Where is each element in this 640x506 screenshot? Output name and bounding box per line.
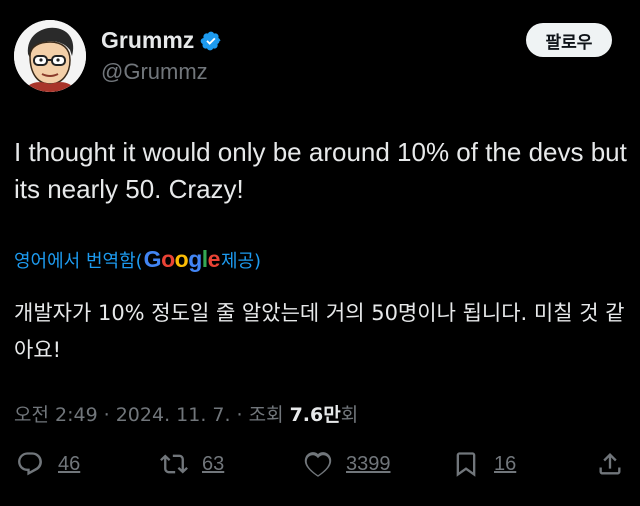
translation-suffix: 제공) xyxy=(220,250,262,272)
meta-separator: · xyxy=(103,404,110,426)
views-label: 조회 xyxy=(248,404,284,426)
translated-text: 개발자가 10% 정도일 줄 알았는데 거의 50명이나 됩니다. 미칠 것 같… xyxy=(14,301,625,362)
like-button[interactable]: 3399 xyxy=(304,450,391,478)
verified-badge-icon xyxy=(200,30,222,52)
translation-prefix: 영어에서 번역함( xyxy=(14,250,143,272)
action-bar: 46 63 3399 16 xyxy=(0,450,640,490)
author-name-row[interactable]: Grummz xyxy=(101,27,222,54)
avatar[interactable] xyxy=(14,20,86,92)
translation-attribution[interactable]: 영어에서 번역함( Google 제공) xyxy=(14,246,261,273)
bookmark-icon xyxy=(452,450,480,478)
avatar-image xyxy=(14,20,86,92)
tweet-meta: 오전 2:49 · 2024. 11. 7. · 조회 7.6만 회 xyxy=(14,400,358,427)
author-handle[interactable]: @Grummz xyxy=(101,59,208,85)
reply-button[interactable]: 46 xyxy=(16,450,80,478)
bookmark-count: 16 xyxy=(494,452,517,475)
google-logo: Google xyxy=(143,246,221,272)
like-count: 3399 xyxy=(346,452,391,475)
bookmark-button[interactable]: 16 xyxy=(452,450,516,478)
reply-icon xyxy=(16,450,44,478)
follow-button[interactable]: 팔로우 xyxy=(526,23,612,57)
author-display-name[interactable]: Grummz xyxy=(101,27,194,54)
tweet-time[interactable]: 오전 2:49 xyxy=(14,400,98,427)
like-icon xyxy=(304,450,332,478)
share-button[interactable] xyxy=(596,450,624,478)
tweet-date[interactable]: 2024. 11. 7. xyxy=(116,404,231,426)
repost-button[interactable]: 63 xyxy=(160,450,224,478)
repost-count: 63 xyxy=(202,452,225,475)
reply-count: 46 xyxy=(58,452,81,475)
views-count: 7.6만 xyxy=(289,404,341,426)
views-unit: 회 xyxy=(340,404,359,426)
tweet-text: I thought it would only be around 10% of… xyxy=(14,137,627,204)
repost-icon xyxy=(160,450,188,478)
meta-separator: · xyxy=(236,404,243,426)
share-icon xyxy=(596,450,624,478)
